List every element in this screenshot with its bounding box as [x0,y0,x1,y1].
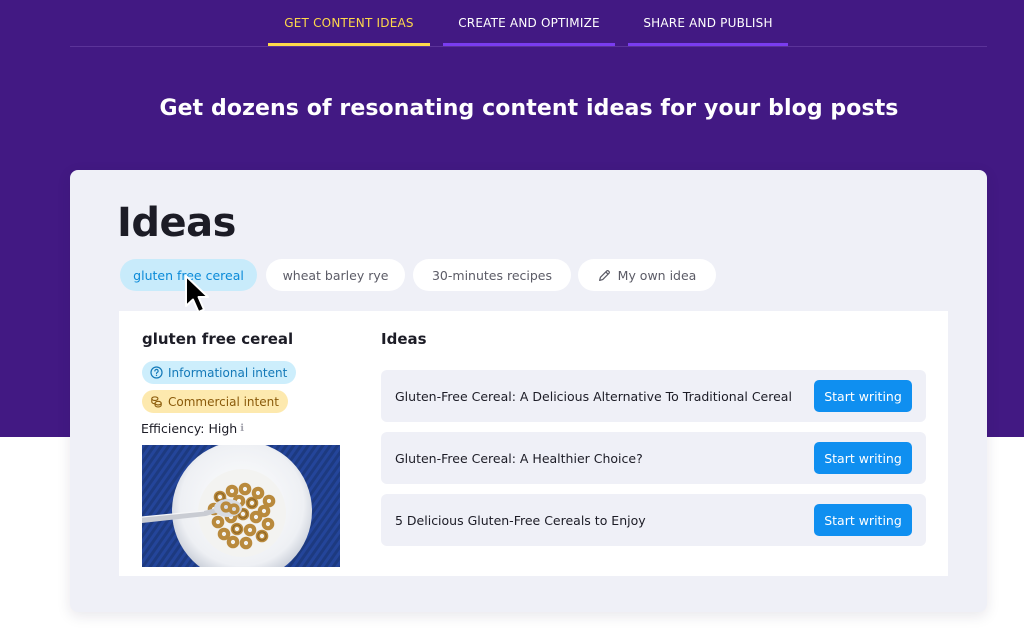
idea-row: Gluten-Free Cereal: A Delicious Alternat… [381,370,926,422]
top-nav: GET CONTENT IDEAS CREATE AND OPTIMIZE SH… [70,0,987,47]
ideas-heading: Ideas [117,200,236,246]
tab-label: GET CONTENT IDEAS [284,16,414,30]
cereal-bowl-photo [142,445,340,567]
commercial-intent-badge: Commercial intent [142,390,288,413]
topic-title: gluten free cereal [142,330,294,348]
chip-my-own-idea[interactable]: My own idea [578,259,716,291]
mouse-cursor-icon [185,275,209,313]
tab-label: SHARE AND PUBLISH [643,16,773,30]
question-circle-icon [150,366,163,379]
chip-label: My own idea [617,267,697,283]
badge-label: Commercial intent [168,394,279,409]
idea-panel: gluten free cereal Informational intent … [119,311,948,576]
coins-icon [151,396,162,408]
efficiency-label: Efficiency: High [141,421,238,436]
chip-30-minutes-recipes[interactable]: 30-minutes recipes [413,259,571,291]
tab-get-content-ideas[interactable]: GET CONTENT IDEAS [268,0,430,46]
idea-row: Gluten-Free Cereal: A Healthier Choice? … [381,432,926,484]
tab-underline [268,43,430,46]
tab-create-and-optimize[interactable]: CREATE AND OPTIMIZE [443,0,615,46]
idea-text: Gluten-Free Cereal: A Healthier Choice? [395,450,643,466]
ideas-list-title: Ideas [381,330,427,348]
tab-label: CREATE AND OPTIMIZE [458,16,600,30]
start-writing-button[interactable]: Start writing [814,442,912,474]
informational-intent-badge: Informational intent [142,361,297,384]
start-writing-button[interactable]: Start writing [814,380,912,412]
ideas-card: Ideas gluten free cereal wheat barley ry… [70,170,987,612]
tab-underline [628,43,788,46]
idea-row: 5 Delicious Gluten-Free Cereals to Enjoy… [381,494,926,546]
pencil-icon [598,269,610,281]
start-writing-button[interactable]: Start writing [814,504,912,536]
chip-wheat-barley-rye[interactable]: wheat barley rye [266,259,405,291]
idea-text: Gluten-Free Cereal: A Delicious Alternat… [395,388,792,404]
tab-share-and-publish[interactable]: SHARE AND PUBLISH [628,0,788,46]
badge-label: Informational intent [168,365,288,380]
idea-text: 5 Delicious Gluten-Free Cereals to Enjoy [395,512,646,528]
info-icon[interactable]: ℹ [240,423,244,434]
efficiency-indicator: Efficiency: High ℹ [141,421,244,436]
hero-title: Get dozens of resonating content ideas f… [159,96,899,121]
cereal-bowl-image [142,445,340,567]
tab-underline [443,43,615,46]
